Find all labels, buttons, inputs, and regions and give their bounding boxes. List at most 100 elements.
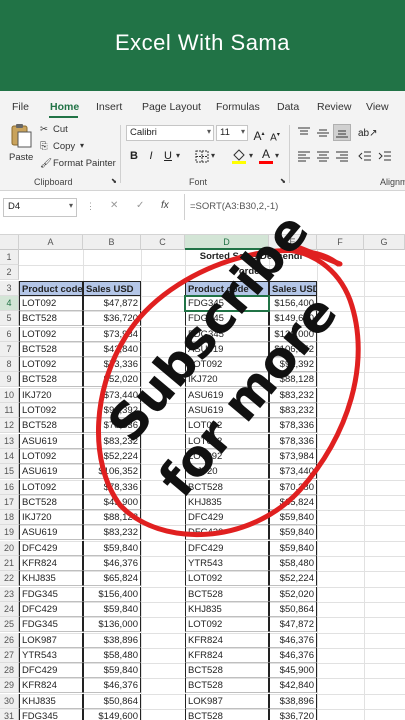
table-cell[interactable]: LOT092 [19, 403, 83, 418]
table-cell[interactable]: BCT528 [185, 586, 269, 602]
row-header-21[interactable]: 21 [0, 556, 19, 571]
table-cell[interactable]: $38,896 [83, 632, 141, 648]
table-cell[interactable]: $136,000 [269, 326, 317, 342]
table-cell[interactable]: YTR543 [19, 647, 83, 663]
table-cell[interactable]: $38,896 [269, 693, 317, 709]
borders-dropdown-icon[interactable]: ▾ [211, 151, 215, 160]
fill-color-icon[interactable] [231, 148, 247, 165]
bold-button[interactable]: B [127, 149, 141, 163]
row-header-28[interactable]: 28 [0, 663, 19, 679]
column-header-f[interactable]: F [317, 235, 364, 250]
table-cell[interactable]: $45,900 [83, 494, 141, 510]
table-cell[interactable]: $83,232 [269, 387, 317, 403]
paste-button[interactable]: Paste [8, 123, 34, 167]
name-box[interactable]: D4 ▾ [3, 198, 77, 217]
font-family-select[interactable]: Calibri ▾ [126, 125, 214, 141]
table-cell[interactable]: KHJ835 [185, 601, 269, 617]
select-all-corner[interactable] [0, 235, 19, 250]
table-cell[interactable]: BCT528 [19, 372, 83, 388]
row-header-20[interactable]: 20 [0, 540, 19, 556]
row-header-31[interactable]: 31 [0, 709, 19, 720]
tab-data[interactable]: Data [277, 101, 299, 113]
spreadsheet-grid[interactable]: ABCDEFG 1 2 3 4 5 6 7 8 9 10 11 12 13 14 15 16 17 18 19 20 2… [0, 235, 405, 720]
table-header-cell[interactable]: Product code [19, 280, 83, 296]
row-header-25[interactable]: 25 [0, 617, 19, 633]
table-cell[interactable]: LOT092 [19, 357, 83, 373]
table-cell[interactable]: $78,336 [269, 433, 317, 449]
table-cell[interactable]: $88,128 [83, 510, 141, 526]
table-cell[interactable]: IKJ720 [185, 464, 269, 480]
row-header-22[interactable]: 22 [0, 571, 19, 587]
row-header-13[interactable]: 13 [0, 433, 19, 449]
table-cell[interactable]: BCT528 [185, 709, 269, 720]
table-cell[interactable]: FDG345 [19, 709, 83, 720]
tab-page-layout[interactable]: Page Layout [142, 101, 201, 113]
fill-color-dropdown-icon[interactable]: ▾ [249, 151, 253, 160]
tab-file[interactable]: File [12, 101, 29, 113]
table-cell[interactable]: $42,840 [269, 678, 317, 694]
decrease-font-size-icon[interactable]: A▾ [268, 128, 282, 143]
row-header-23[interactable]: 23 [0, 586, 19, 602]
borders-icon[interactable] [195, 150, 209, 163]
table-cell[interactable]: LOT092 [19, 448, 83, 464]
tab-view[interactable]: View [366, 101, 389, 113]
table-cell[interactable]: BCT528 [185, 479, 269, 495]
cancel-icon[interactable]: ✕ [110, 200, 118, 211]
align-center-icon[interactable] [316, 150, 330, 162]
table-cell[interactable]: $65,824 [269, 494, 317, 510]
table-cell[interactable]: $59,840 [83, 540, 141, 556]
table-cell[interactable]: LOT092 [185, 418, 269, 434]
table-cell[interactable]: DFC429 [19, 663, 83, 679]
table-cell[interactable]: $73,440 [83, 387, 141, 403]
row-header-14[interactable]: 14 [0, 448, 19, 464]
table-header-cell[interactable]: Sales USD [83, 280, 141, 296]
row-header-11[interactable]: 11 [0, 403, 19, 418]
table-cell[interactable]: LOT092 [185, 571, 269, 587]
table-cell[interactable]: KFR824 [19, 678, 83, 694]
table-cell[interactable]: $91,392 [83, 403, 141, 418]
font-launcher-icon[interactable]: ⬊ [280, 177, 286, 185]
font-color-icon[interactable]: A [259, 147, 273, 161]
table-cell[interactable]: DFC429 [19, 540, 83, 556]
row-header-10[interactable]: 10 [0, 387, 19, 403]
table-cell[interactable]: KHJ835 [19, 693, 83, 709]
table-cell[interactable]: $136,000 [83, 617, 141, 633]
table-cell[interactable]: $73,984 [269, 448, 317, 464]
table-cell[interactable]: $156,400 [269, 295, 317, 311]
more-options-icon[interactable]: ⋮ [86, 201, 95, 212]
clipboard-launcher-icon[interactable]: ⬊ [111, 177, 117, 185]
table-cell[interactable]: DFC429 [185, 540, 269, 556]
table-cell[interactable]: LOT092 [19, 326, 83, 342]
table-cell[interactable]: $52,224 [83, 448, 141, 464]
table-cell[interactable]: $106,352 [269, 341, 317, 357]
table-cell[interactable]: $47,872 [83, 295, 141, 311]
table-cell[interactable]: $78,336 [83, 479, 141, 495]
table-cell[interactable]: BCT528 [19, 494, 83, 510]
table-cell[interactable]: ASU619 [185, 387, 269, 403]
table-cell[interactable]: KFR824 [19, 556, 83, 571]
table-cell[interactable]: $59,840 [83, 601, 141, 617]
copy-dropdown-icon[interactable]: ▾ [80, 141, 84, 150]
formula-input[interactable]: =SORT(A3:B30,2,-1) [190, 201, 278, 212]
table-cell[interactable]: IKJ720 [19, 387, 83, 403]
enter-icon[interactable]: ✓ [136, 200, 144, 211]
table-cell[interactable]: FDG345 [185, 311, 269, 327]
table-cell[interactable]: $149,600 [83, 709, 141, 720]
table-cell[interactable]: LOT092 [185, 433, 269, 449]
table-cell[interactable]: DFC429 [185, 510, 269, 526]
table-cell[interactable]: $52,020 [83, 372, 141, 388]
insert-function-icon[interactable]: fx [161, 200, 169, 211]
format-painter-button[interactable]: Format Painter [53, 158, 116, 169]
underline-button[interactable]: U [161, 149, 175, 163]
table-cell[interactable]: $88,128 [269, 372, 317, 388]
column-header-e[interactable]: E [269, 235, 317, 250]
cut-button[interactable]: Cut [53, 124, 68, 135]
table-cell[interactable]: $50,864 [269, 601, 317, 617]
table-cell[interactable]: DFC429 [185, 525, 269, 541]
table-cell[interactable]: $52,224 [269, 571, 317, 587]
table-cell[interactable]: $59,840 [269, 540, 317, 556]
table-cell[interactable]: $83,232 [83, 525, 141, 541]
table-cell[interactable]: KHJ835 [185, 494, 269, 510]
copy-button[interactable]: Copy [53, 141, 75, 152]
table-cell[interactable]: IKJ720 [19, 510, 83, 526]
